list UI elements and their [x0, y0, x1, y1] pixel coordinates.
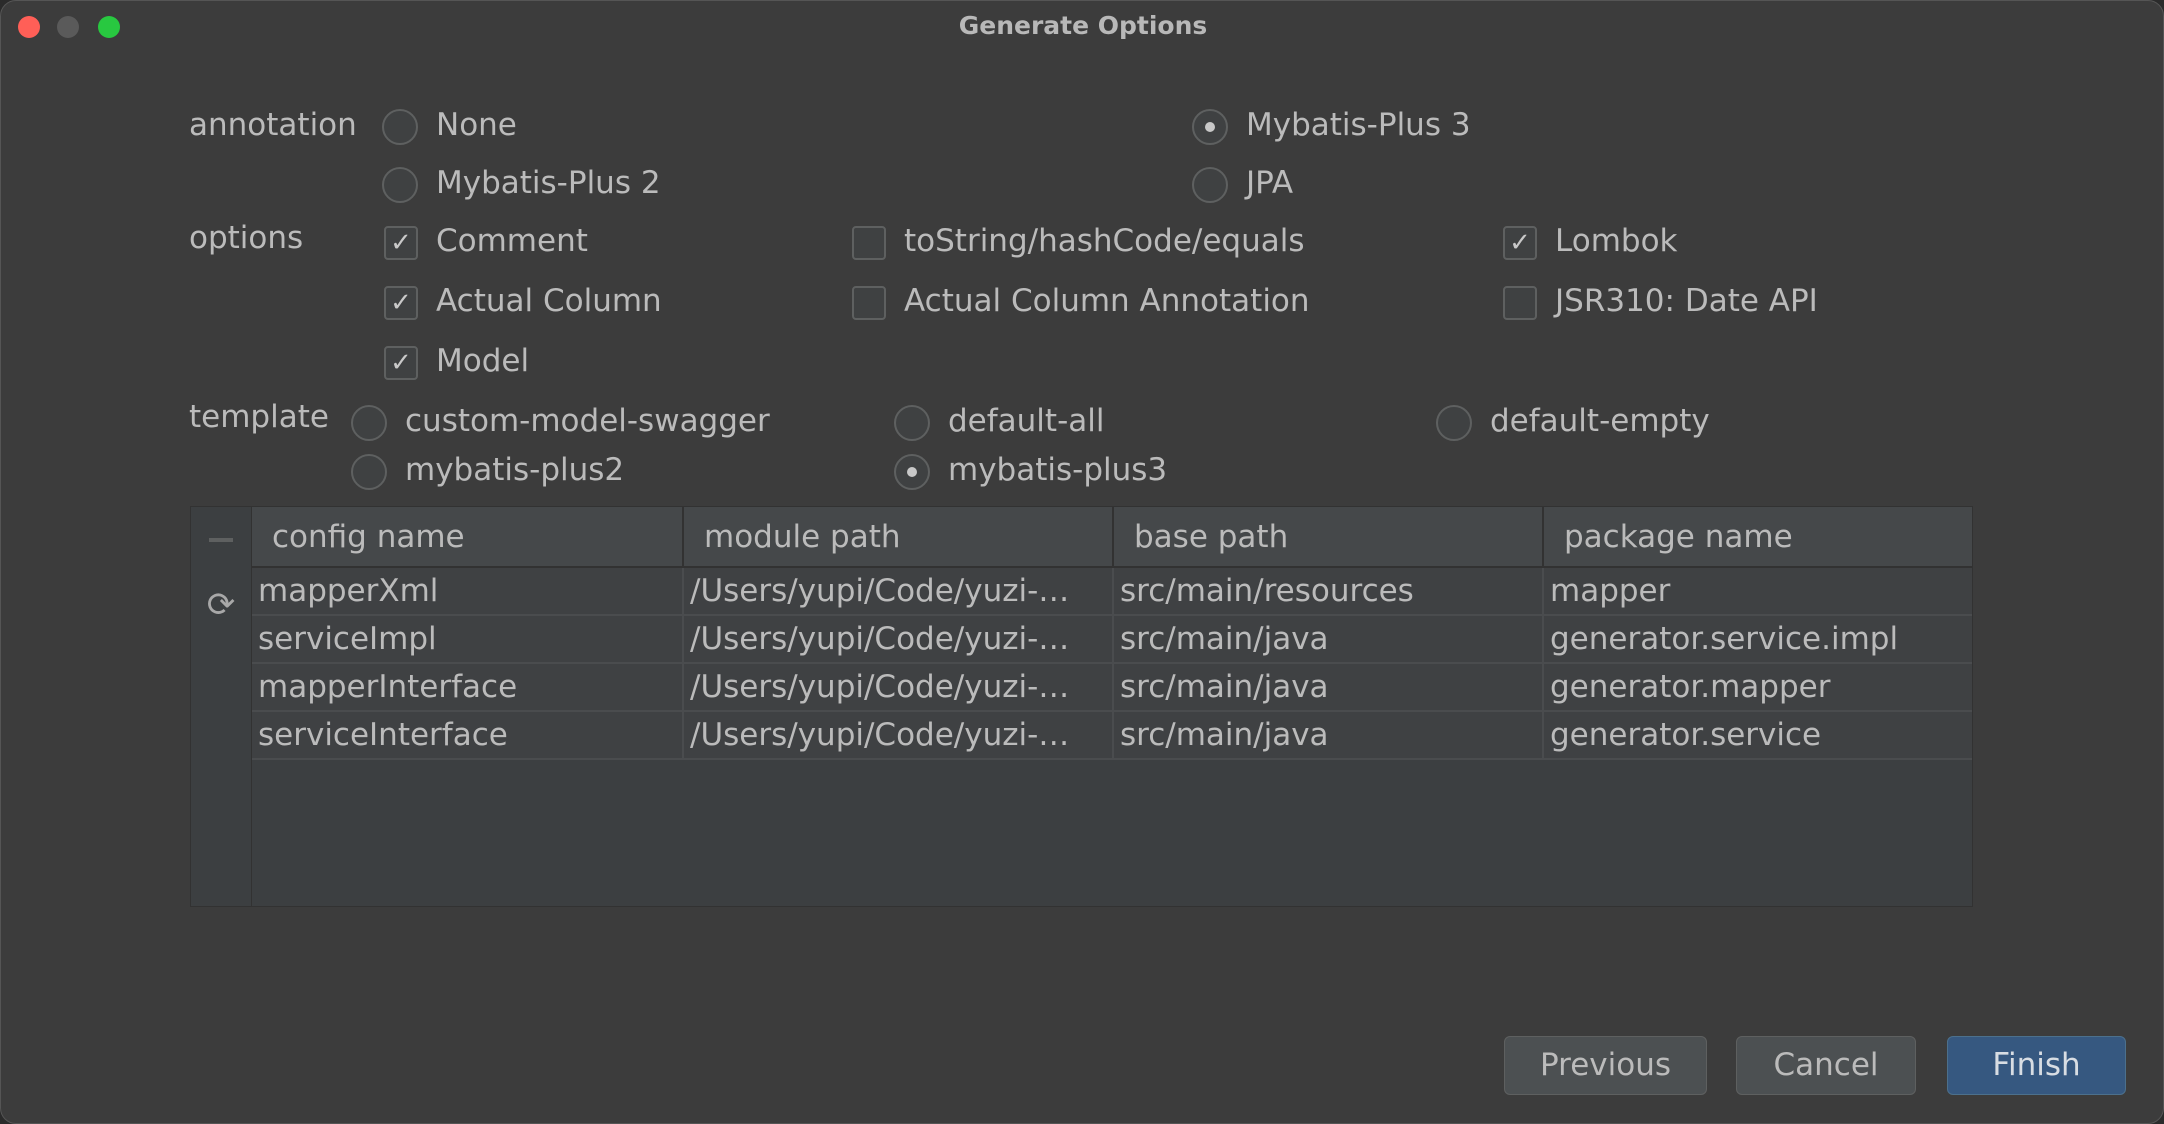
checkbox-lombok[interactable]: ✓ [1503, 226, 1537, 260]
table-toolbar: ⟳ [191, 507, 252, 906]
table-cell-base-path[interactable]: src/main/java [1114, 664, 1544, 710]
checkbox-actual-column[interactable]: ✓ [384, 286, 418, 320]
template-radio-mybatis-plus2[interactable] [351, 454, 387, 490]
annotation-radio-label[interactable]: Mybatis-Plus 2 [436, 165, 661, 201]
table-cell-module-path[interactable]: /Users/yupi/Code/yuzi-… [684, 664, 1114, 710]
template-radio-label[interactable]: mybatis-plus2 [405, 452, 624, 488]
template-radio-custom-model-swagger[interactable] [351, 405, 387, 441]
refresh-icon[interactable]: ⟳ [203, 587, 239, 623]
checkbox-actual-column-annotation[interactable] [852, 286, 886, 320]
table-cell-package-name[interactable]: generator.service.impl [1544, 616, 1974, 662]
table-cell-config-name[interactable]: mapperXml [252, 568, 684, 614]
table-cell-config-name[interactable]: serviceInterface [252, 712, 684, 758]
checkbox-jsr310-date-api[interactable] [1503, 286, 1537, 320]
table-cell-base-path[interactable]: src/main/java [1114, 616, 1544, 662]
checkbox-label[interactable]: toString/hashCode/equals [904, 223, 1305, 259]
table-row[interactable]: mapperXml/Users/yupi/Code/yuzi-… src/main… [252, 568, 1972, 616]
annotation-radio-mybatis-plus-3[interactable] [1192, 109, 1228, 145]
table-cell-module-path[interactable]: /Users/yupi/Code/yuzi-… [684, 712, 1114, 758]
table-cell-base-path[interactable]: src/main/java [1114, 712, 1544, 758]
table-cell-module-path[interactable]: /Users/yupi/Code/yuzi-… [684, 568, 1114, 614]
column-header-package-name[interactable]: package name [1544, 507, 1974, 567]
column-header-config-name[interactable]: config name [252, 507, 684, 567]
checkbox-label[interactable]: JSR310: Date API [1555, 283, 1818, 319]
annotation-radio-none[interactable] [382, 109, 418, 145]
table-row[interactable]: serviceImpl/Users/yupi/Code/yuzi-… src/ma… [252, 616, 1972, 664]
minus-icon[interactable] [209, 538, 233, 542]
config-table: ⟳ config name module path base path pack… [190, 506, 1973, 907]
column-header-base-path[interactable]: base path [1114, 507, 1544, 567]
template-radio-label[interactable]: custom-model-swagger [405, 403, 770, 439]
checkbox-label[interactable]: Lombok [1555, 223, 1678, 259]
checkbox-label[interactable]: Actual Column [436, 283, 662, 319]
cancel-button[interactable]: Cancel [1736, 1036, 1916, 1095]
checkbox-label[interactable]: Model [436, 343, 529, 379]
annotation-radio-label[interactable]: JPA [1246, 165, 1293, 201]
checkbox-label[interactable]: Comment [436, 223, 588, 259]
table-cell-module-path[interactable]: /Users/yupi/Code/yuzi-… [684, 616, 1114, 662]
template-radio-label[interactable]: default-all [948, 403, 1104, 439]
table-row[interactable]: serviceInterface/Users/yupi/Code/yuzi-… s… [252, 712, 1972, 760]
table-cell-package-name[interactable]: generator.mapper [1544, 664, 1974, 710]
table-cell-package-name[interactable]: generator.service [1544, 712, 1974, 758]
annotation-label: annotation [189, 107, 357, 143]
checkbox-label[interactable]: Actual Column Annotation [904, 283, 1310, 319]
table-cell-base-path[interactable]: src/main/resources [1114, 568, 1544, 614]
checkbox-model[interactable]: ✓ [384, 346, 418, 380]
column-header-module-path[interactable]: module path [684, 507, 1114, 567]
template-radio-label[interactable]: default-empty [1490, 403, 1710, 439]
window-title: Generate Options [958, 11, 1208, 40]
table-grid: config name module path base path packag… [252, 507, 1972, 906]
table-cell-config-name[interactable]: serviceImpl [252, 616, 684, 662]
table-row[interactable]: mapperInterface/Users/yupi/Code/yuzi-… sr… [252, 664, 1972, 712]
table-cell-package-name[interactable]: mapper [1544, 568, 1974, 614]
options-label: options [189, 220, 304, 256]
annotation-radio-jpa[interactable] [1192, 167, 1228, 203]
template-radio-label[interactable]: mybatis-plus3 [948, 452, 1167, 488]
dialog-window: Generate Options annotation None Mybatis-… [0, 0, 2164, 1124]
annotation-radio-label[interactable]: None [436, 107, 517, 143]
finish-button[interactable]: Finish [1947, 1036, 2126, 1095]
annotation-radio-label[interactable]: Mybatis-Plus 3 [1246, 107, 1471, 143]
annotation-radio-mybatis-plus-2[interactable] [382, 167, 418, 203]
template-radio-default-all[interactable] [894, 405, 930, 441]
template-label: template [189, 399, 329, 435]
template-radio-default-empty[interactable] [1436, 405, 1472, 441]
template-radio-mybatis-plus3[interactable] [894, 454, 930, 490]
previous-button[interactable]: Previous [1504, 1036, 1707, 1095]
checkbox-tostring-hashcode-equals[interactable] [852, 226, 886, 260]
table-cell-config-name[interactable]: mapperInterface [252, 664, 684, 710]
checkbox-comment[interactable]: ✓ [384, 226, 418, 260]
table-header: config name module path base path packag… [252, 507, 1972, 568]
